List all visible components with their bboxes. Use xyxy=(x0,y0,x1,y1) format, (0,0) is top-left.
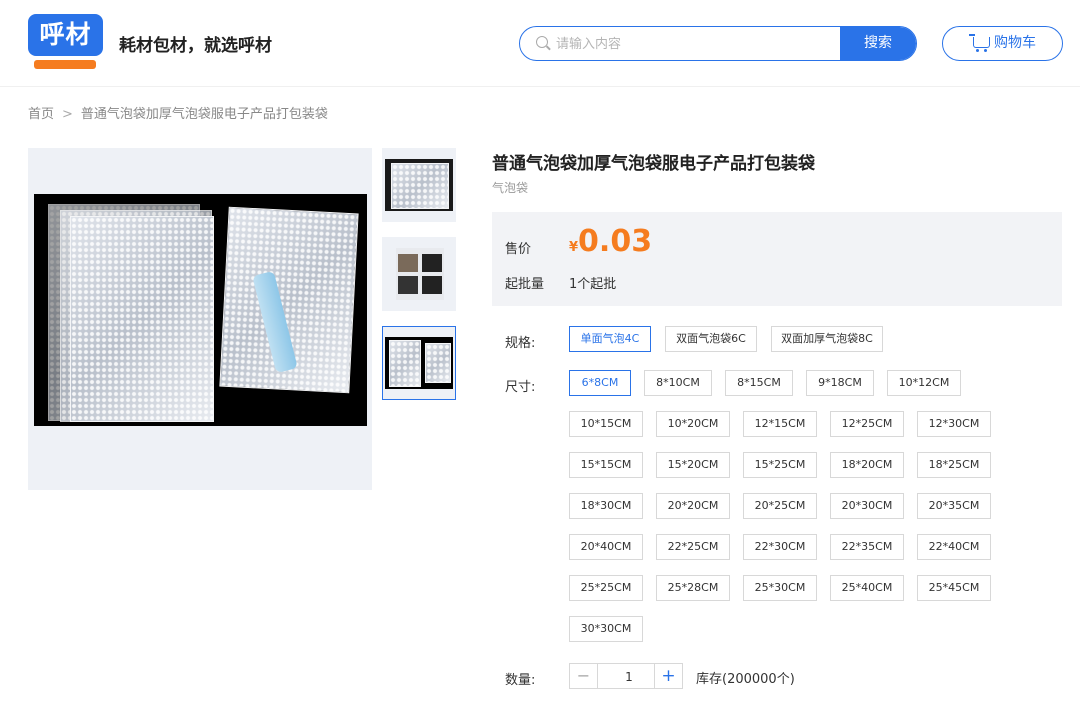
search-icon xyxy=(536,36,548,48)
size-option[interactable]: 10*20CM xyxy=(656,411,730,437)
size-option[interactable]: 15*15CM xyxy=(569,452,643,478)
product-title: 普通气泡袋加厚气泡袋服电子产品打包装袋 xyxy=(492,154,815,174)
size-option[interactable]: 20*30CM xyxy=(830,493,904,519)
size-option[interactable]: 22*25CM xyxy=(656,534,730,560)
size-option[interactable]: 8*10CM xyxy=(644,370,712,396)
size-option[interactable]: 12*30CM xyxy=(917,411,991,437)
logo-text: 呼材 xyxy=(28,14,103,56)
size-label: 尺寸: xyxy=(505,380,536,395)
size-option[interactable]: 12*25CM xyxy=(830,411,904,437)
size-option[interactable]: 20*35CM xyxy=(917,493,991,519)
spec-option[interactable]: 双面气泡袋6C xyxy=(665,326,757,352)
breadcrumb-current: 普通气泡袋加厚气泡袋服电子产品打包装袋 xyxy=(80,107,328,122)
quantity-label: 数量: xyxy=(505,673,536,688)
quantity-input[interactable] xyxy=(598,664,660,690)
size-option[interactable]: 22*40CM xyxy=(917,534,991,560)
quantity-stepper: − + xyxy=(569,663,683,690)
price-value: 0.03 xyxy=(578,224,653,259)
size-option[interactable]: 25*40CM xyxy=(830,575,904,601)
size-option[interactable]: 10*12CM xyxy=(887,370,961,396)
stock-info: 库存(200000个) xyxy=(696,672,795,687)
logo-underline xyxy=(34,60,96,69)
search-bar: 搜索 xyxy=(519,26,917,61)
main-product-image xyxy=(28,148,372,490)
breadcrumb-home[interactable]: 首页 xyxy=(28,107,54,122)
size-option[interactable]: 15*25CM xyxy=(743,452,817,478)
size-option[interactable]: 20*40CM xyxy=(569,534,643,560)
size-option[interactable]: 22*35CM xyxy=(830,534,904,560)
size-option[interactable]: 25*30CM xyxy=(743,575,817,601)
product-category: 气泡袋 xyxy=(492,181,529,195)
spec-option[interactable]: 双面加厚气泡袋8C xyxy=(771,326,883,352)
cart-button[interactable]: 购物车 xyxy=(942,26,1063,61)
size-option[interactable]: 25*45CM xyxy=(917,575,991,601)
size-option[interactable]: 18*30CM xyxy=(569,493,643,519)
price-label: 售价 xyxy=(505,242,532,257)
size-option[interactable]: 10*15CM xyxy=(569,411,643,437)
thumbnail-2[interactable] xyxy=(382,237,456,311)
price-panel: 售价 ¥0.03 起批量 1个起批 xyxy=(492,212,1062,306)
size-option[interactable]: 18*20CM xyxy=(830,452,904,478)
thumbnail-1[interactable] xyxy=(382,148,456,222)
thumbnail-3[interactable] xyxy=(382,326,456,400)
size-option[interactable]: 25*28CM xyxy=(656,575,730,601)
product-photo xyxy=(34,194,367,426)
spec-option[interactable]: 单面气泡4C xyxy=(569,326,651,352)
cart-icon xyxy=(969,34,990,52)
quantity-increase-button[interactable]: + xyxy=(654,664,682,688)
moq-label: 起批量 xyxy=(505,277,545,292)
search-button[interactable]: 搜索 xyxy=(840,27,916,60)
size-option[interactable]: 30*30CM xyxy=(569,616,643,642)
breadcrumb: 首页 > 普通气泡袋加厚气泡袋服电子产品打包装袋 xyxy=(28,103,328,122)
search-input[interactable] xyxy=(554,27,838,60)
size-option[interactable]: 6*8CM xyxy=(569,370,631,396)
size-option[interactable]: 25*25CM xyxy=(569,575,643,601)
spec-label: 规格: xyxy=(505,336,536,351)
slogan: 耗材包材，就选呼材 xyxy=(119,36,272,56)
size-option[interactable]: 12*15CM xyxy=(743,411,817,437)
currency-symbol: ¥ xyxy=(569,240,579,255)
moq-value: 1个起批 xyxy=(569,277,617,292)
logo[interactable]: 呼材 xyxy=(28,14,103,70)
cart-label: 购物车 xyxy=(994,35,1036,51)
size-option[interactable]: 8*15CM xyxy=(725,370,793,396)
breadcrumb-separator: > xyxy=(62,107,73,122)
size-option[interactable]: 20*20CM xyxy=(656,493,730,519)
header: 呼材 耗材包材，就选呼材 搜索 购物车 xyxy=(0,0,1080,87)
price: ¥0.03 xyxy=(569,224,652,259)
size-option[interactable]: 20*25CM xyxy=(743,493,817,519)
size-option[interactable]: 9*18CM xyxy=(806,370,874,396)
size-option[interactable]: 22*30CM xyxy=(743,534,817,560)
quantity-decrease-button[interactable]: − xyxy=(570,664,598,688)
bubble-bag-front xyxy=(70,216,214,422)
size-option[interactable]: 15*20CM xyxy=(656,452,730,478)
size-option[interactable]: 18*25CM xyxy=(917,452,991,478)
